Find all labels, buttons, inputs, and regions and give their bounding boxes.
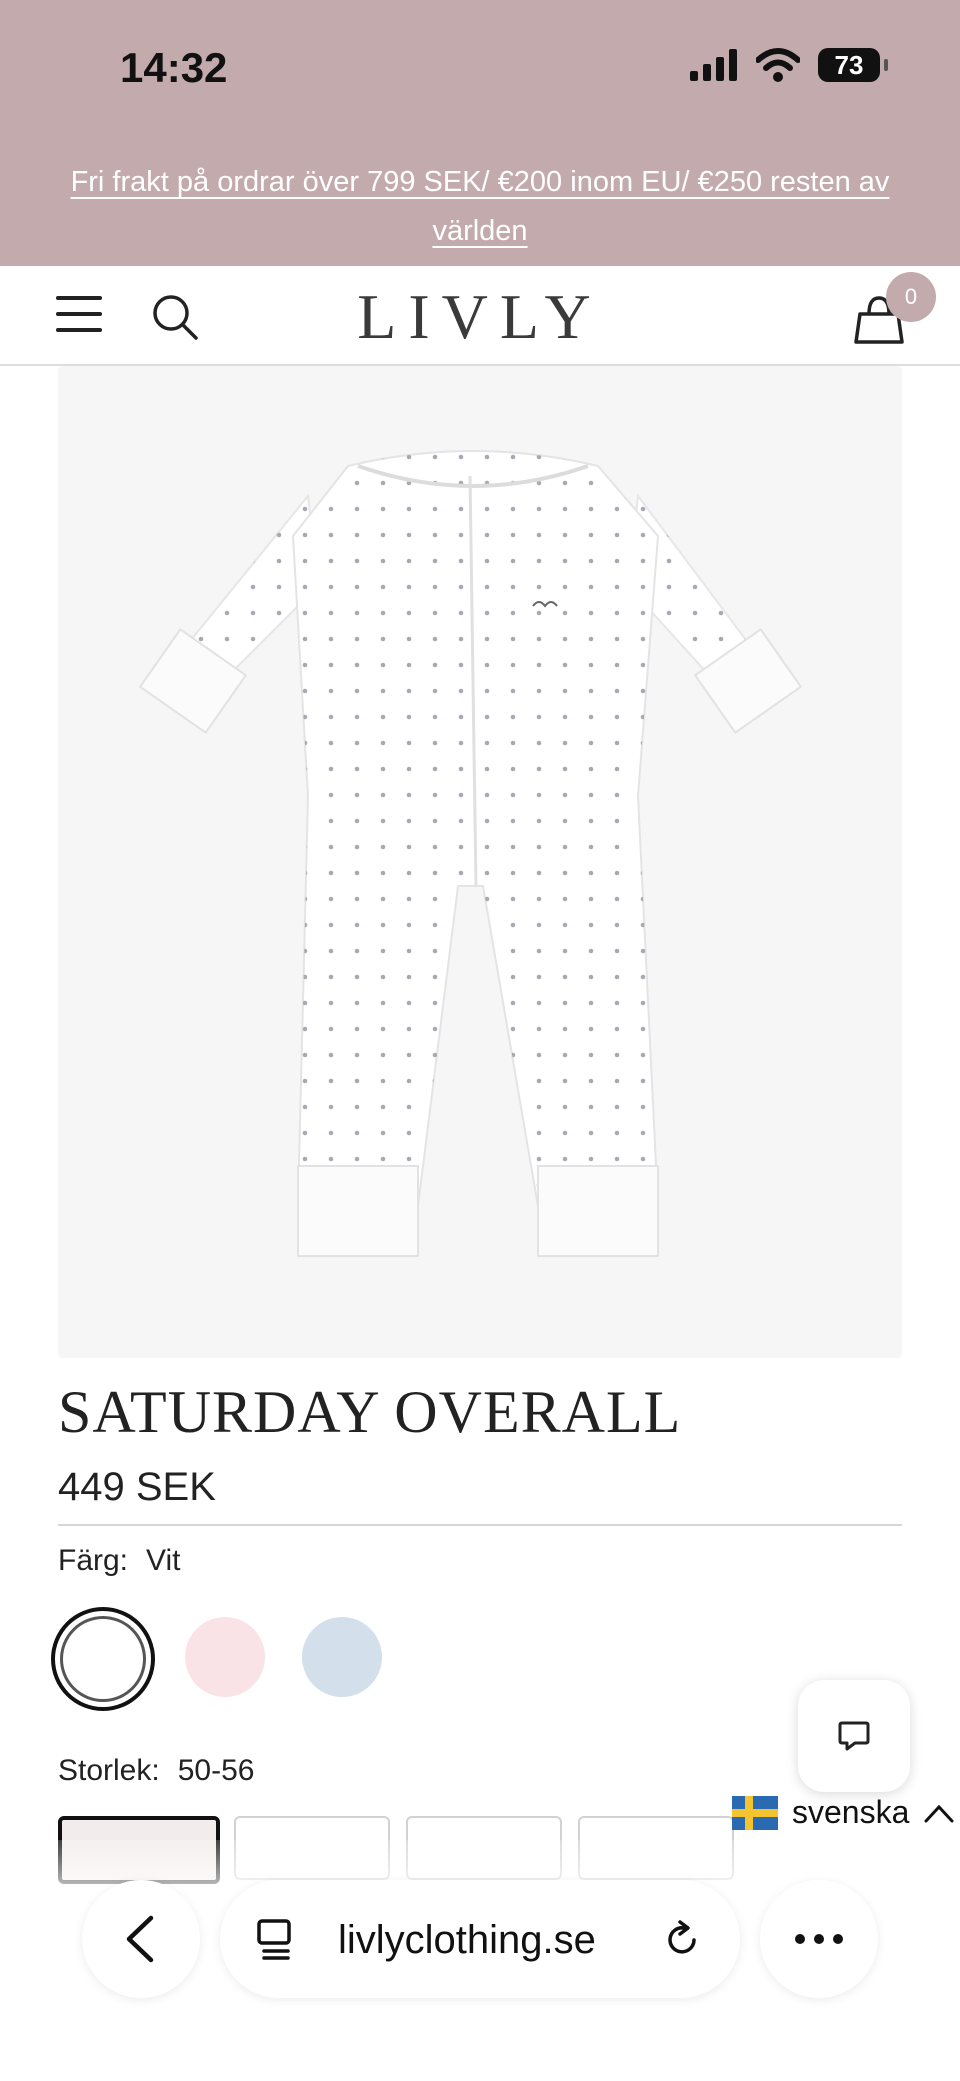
baby-overall-image [138, 450, 803, 1257]
battery-indicator: 73 [818, 48, 888, 82]
size-label: Storlek: [58, 1754, 160, 1787]
status-icons: 73 [690, 48, 888, 82]
chat-bubble-icon [838, 1721, 870, 1751]
color-swatch-blue[interactable] [302, 1617, 382, 1697]
color-swatch-pink[interactable] [185, 1617, 265, 1697]
cart-count-badge[interactable]: 0 [886, 272, 936, 322]
color-option-label: Färg: Vit [58, 1544, 181, 1578]
divider [58, 1524, 902, 1526]
product-price: 449 SEK [58, 1465, 216, 1509]
promo-banner: Fri frakt på ordrar över 799 SEK/ €200 i… [0, 140, 960, 266]
size-value: 50-56 [177, 1754, 255, 1787]
swedish-flag-icon [732, 1795, 778, 1830]
chevron-up-icon [924, 1804, 954, 1822]
size-option-label: Storlek: 50-56 [58, 1754, 254, 1788]
back-button[interactable] [82, 1880, 200, 1998]
reload-icon[interactable] [662, 1920, 702, 1960]
status-bar: 14:32 73 [0, 0, 960, 140]
url-text[interactable]: livlyclothing.se [338, 1918, 596, 1963]
color-label: Färg: [58, 1544, 129, 1577]
chevron-left-icon [126, 1915, 154, 1963]
address-bar[interactable]: livlyclothing.se [220, 1880, 740, 1998]
language-label: svenska [792, 1794, 910, 1830]
product-image[interactable] [58, 366, 902, 1358]
cellular-signal-icon [690, 49, 737, 81]
status-time: 14:32 [120, 44, 228, 91]
promo-link[interactable]: Fri frakt på ordrar över 799 SEK/ €200 i… [70, 140, 890, 256]
tab-overview-icon[interactable] [256, 1918, 296, 1960]
ellipsis-icon [795, 1934, 843, 1944]
site-logo[interactable]: LIVLY [0, 280, 960, 354]
site-header: LIVLY [0, 266, 960, 366]
color-value: Vit [146, 1544, 181, 1577]
chat-button[interactable] [798, 1680, 910, 1792]
more-options-button[interactable] [760, 1880, 878, 1998]
color-swatch-white[interactable] [60, 1616, 146, 1702]
product-title: SATURDAY OVERALL [58, 1379, 682, 1445]
language-selector[interactable]: svenska [732, 1794, 955, 1831]
wifi-icon [756, 48, 800, 82]
